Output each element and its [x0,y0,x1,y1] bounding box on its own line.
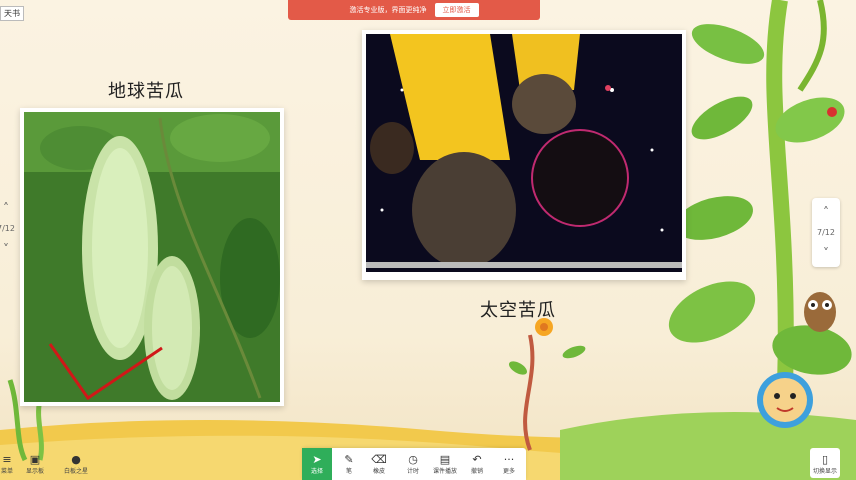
pen-tool[interactable]: ✎ 笔 [334,448,364,480]
more-tool[interactable]: ··· 更多 [494,448,524,480]
earth-bitter-melon-caption: 地球苦瓜 [108,81,184,102]
display-icon: ▣ [29,452,41,466]
slide-play-tool[interactable]: ▤ 课件播放 [428,448,462,480]
menu-icon: ≡ [2,452,12,466]
slides-icon: ▤ [439,452,451,466]
page-indicator-left: 7/12 [0,224,15,233]
undo-icon: ↶ [472,452,482,466]
next-page-button-right[interactable]: ˅ [816,243,836,263]
pen-icon: ✎ [344,452,354,466]
prev-page-button-right[interactable]: ˄ [816,202,836,222]
left-page-nav: ˄ 7/12 ˅ [0,198,20,259]
display-board-button[interactable]: ▣ 显示板 [20,448,50,480]
activate-now-button[interactable]: 立即激活 [434,3,479,17]
eraser-icon: ⌫ [371,452,387,466]
main-toolbar: ➤ 选择 ✎ 笔 ⌫ 橡皮 ◷ 计时 ▤ 课件播放 ↶ 撤销 ··· 更多 [302,448,526,480]
undo-tool[interactable]: ↶ 撤销 [462,448,492,480]
earth-bitter-melon-image [24,112,280,402]
space-bitter-melon-image [366,34,682,272]
prev-page-button-left[interactable]: ˄ [0,198,16,218]
cursor-icon: ➤ [312,452,322,466]
activation-message: 激活专业版，界面更纯净 [349,6,427,14]
avatar-icon: ● [71,452,81,466]
slide-canvas: 天书 激活专业版，界面更纯净 立即激活 地球苦瓜 太空苦瓜 ˄ /12 ˅ ˄ … [0,0,856,480]
switch-icon: ▯ [821,452,829,466]
timer-tool[interactable]: ◷ 计时 [398,448,428,480]
page-indicator-right: 7/12 [817,228,835,237]
app-tab-label[interactable]: 天书 [0,6,24,21]
select-tool[interactable]: ➤ 选择 [302,448,332,480]
timer-icon: ◷ [408,452,418,466]
space-bitter-melon-caption: 太空苦瓜 [480,300,556,321]
whiteboard-star-button[interactable]: ● 白板之星 [58,448,94,480]
activation-banner: 激活专业版，界面更纯净 立即激活 [288,0,540,20]
right-page-nav: ˄ 7/12 ˅ [812,198,840,267]
next-page-button-left[interactable]: ˅ [0,239,16,259]
switch-display-button[interactable]: ▯ 切换显示 [810,448,840,478]
earth-bitter-melon-photo[interactable] [20,108,284,406]
more-icon: ··· [503,452,515,466]
eraser-tool[interactable]: ⌫ 橡皮 [364,448,394,480]
menu-button[interactable]: ≡ 菜单 [0,448,14,480]
space-bitter-melon-photo[interactable] [362,30,686,280]
